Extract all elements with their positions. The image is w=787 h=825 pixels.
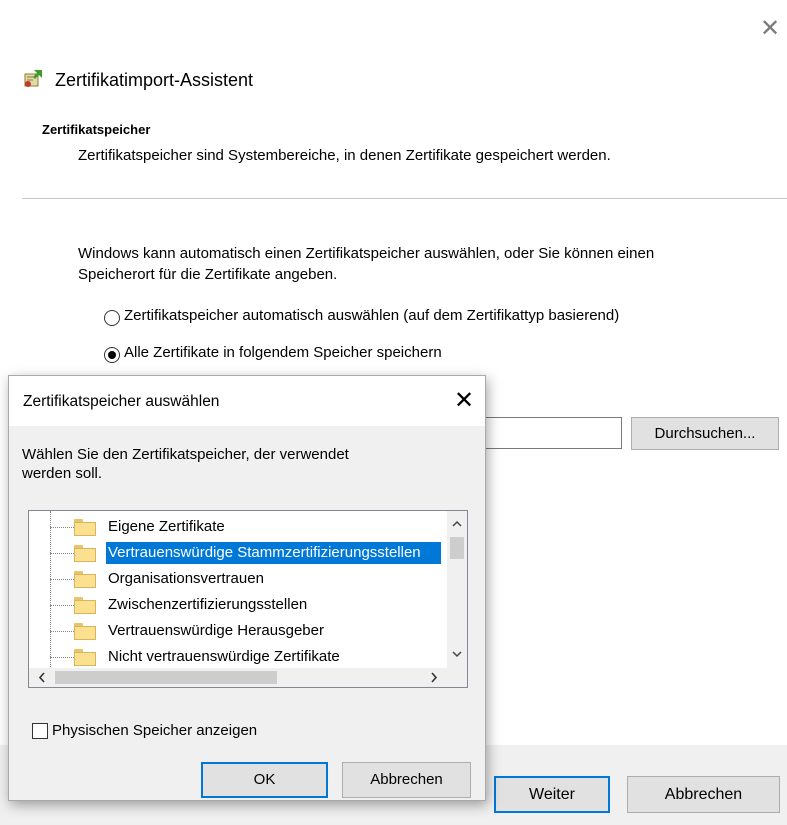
next-button[interactable]: Weiter [494, 776, 610, 813]
scroll-up-icon[interactable] [447, 515, 467, 533]
horizontal-scroll-thumb[interactable] [55, 671, 277, 684]
description-text: Windows kann automatisch einen Zertifika… [78, 243, 783, 285]
dialog-title: Zertifikatspeicher auswählen [23, 393, 220, 410]
show-physical-store-checkbox[interactable] [32, 723, 48, 739]
wizard-cancel-button[interactable]: Abbrechen [627, 776, 780, 813]
section-subtitle: Zertifikatspeicher sind Systembereiche, … [78, 147, 611, 164]
tree-connector-line [50, 553, 74, 554]
tree-item[interactable]: Vertrauenswürdige Herausgeber [29, 619, 439, 645]
select-store-dialog: Zertifikatspeicher auswählen ✕ Wählen Si… [8, 375, 486, 801]
radio-store-all[interactable] [104, 347, 120, 363]
dialog-cancel-button[interactable]: Abbrechen [342, 762, 471, 798]
scroll-right-icon[interactable] [425, 668, 443, 687]
description-line-1: Windows kann automatisch einen Zertifika… [78, 245, 655, 262]
tree-item-label[interactable]: Organisationsvertrauen [106, 568, 266, 590]
wizard-title: Zertifikatimport-Assistent [55, 70, 254, 90]
folder-icon [74, 623, 96, 640]
scroll-down-icon[interactable] [447, 645, 467, 663]
tree-item-label[interactable]: Nicht vertrauenswürdige Zertifikate [106, 646, 342, 668]
vertical-scrollbar[interactable] [447, 511, 467, 668]
tree-connector-line [50, 527, 74, 528]
tree-connector-line [50, 657, 74, 658]
ok-button[interactable]: OK [201, 762, 328, 798]
store-tree-view[interactable]: Eigene Zertifikate Vertrauenswürdige Stam… [28, 510, 468, 688]
folder-icon [74, 571, 96, 588]
tree-item[interactable]: Eigene Zertifikate [29, 515, 439, 541]
section-title: Zertifikatspeicher [42, 122, 151, 137]
tree-connector-line [50, 631, 74, 632]
scroll-left-icon[interactable] [33, 668, 51, 687]
tree-item[interactable]: Organisationsvertrauen [29, 567, 439, 593]
tree-connector-line [50, 579, 74, 580]
vertical-scroll-thumb[interactable] [450, 537, 464, 559]
dialog-prompt-line-2: werden soll. [22, 465, 103, 482]
dialog-prompt-line-1: Wählen Sie den Zertifikatspeicher, der v… [22, 446, 349, 463]
description-line-2: Speicherort für die Zertifikate angeben. [78, 266, 338, 283]
horizontal-scrollbar[interactable] [29, 668, 467, 687]
folder-icon [74, 597, 96, 614]
folder-icon [74, 519, 96, 536]
header-divider [22, 198, 787, 199]
dialog-close-icon[interactable]: ✕ [449, 386, 479, 416]
radio-store-all-label[interactable]: Alle Zertifikate in folgendem Speicher s… [124, 344, 442, 361]
folder-icon [74, 545, 96, 562]
tree-item[interactable]: Vertrauenswürdige Stammzertifizierungsst… [29, 541, 441, 567]
show-physical-store-label[interactable]: Physischen Speicher anzeigen [52, 722, 257, 739]
browse-button[interactable]: Durchsuchen... [631, 417, 779, 450]
radio-auto-select[interactable] [104, 310, 120, 326]
certificate-import-icon [22, 68, 44, 90]
tree-item-label[interactable]: Vertrauenswürdige Herausgeber [106, 620, 326, 642]
tree-item-label[interactable]: Zwischenzertifizierungsstellen [106, 594, 309, 616]
close-icon[interactable]: ✕ [757, 16, 783, 42]
tree-connector-line [50, 605, 74, 606]
certificate-store-field[interactable] [486, 417, 622, 449]
folder-icon [74, 649, 96, 666]
tree-item-label[interactable]: Vertrauenswürdige Stammzertifizierungsst… [106, 542, 441, 564]
dialog-prompt: Wählen Sie den Zertifikatspeicher, der v… [22, 445, 452, 483]
radio-auto-label[interactable]: Zertifikatspeicher automatisch auswählen… [124, 307, 619, 324]
tree-item-label[interactable]: Eigene Zertifikate [106, 516, 227, 538]
tree-item[interactable]: Zwischenzertifizierungsstellen [29, 593, 439, 619]
